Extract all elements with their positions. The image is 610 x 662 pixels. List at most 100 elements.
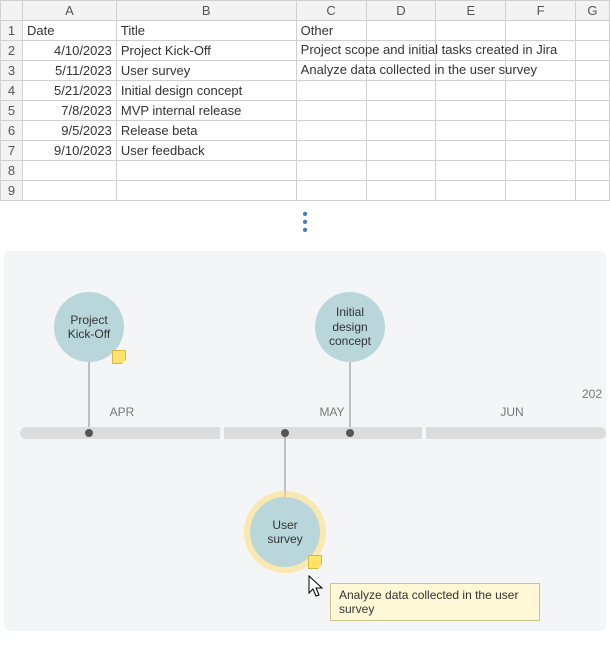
cell-E9[interactable]: [436, 181, 506, 201]
row-header-4[interactable]: 4: [1, 81, 23, 101]
cell-G8[interactable]: [575, 161, 609, 181]
cell-C7[interactable]: [296, 141, 366, 161]
col-header-G[interactable]: G: [575, 1, 609, 21]
cell-D3[interactable]: [366, 61, 436, 81]
cursor-icon: [308, 575, 326, 599]
spreadsheet[interactable]: A B C D E F G 1 Date Title Other 2 4/10/…: [0, 0, 610, 201]
timeline-axis: [20, 427, 606, 439]
cell-F2[interactable]: [506, 41, 576, 61]
col-header-A[interactable]: A: [22, 1, 116, 21]
cell-D7[interactable]: [366, 141, 436, 161]
cell-G6[interactable]: [575, 121, 609, 141]
row-header-5[interactable]: 5: [1, 101, 23, 121]
event-connector: [285, 437, 286, 502]
cell-E6[interactable]: [436, 121, 506, 141]
cell-D5[interactable]: [366, 101, 436, 121]
cell-B2[interactable]: Project Kick-Off: [116, 41, 296, 61]
cell-D4[interactable]: [366, 81, 436, 101]
row-header-9[interactable]: 9: [1, 181, 23, 201]
cell-C5[interactable]: [296, 101, 366, 121]
row-header-2[interactable]: 2: [1, 41, 23, 61]
cell-F3[interactable]: [506, 61, 576, 81]
cell-A4[interactable]: 5/21/2023: [22, 81, 116, 101]
col-header-B[interactable]: B: [116, 1, 296, 21]
cell-C1[interactable]: Other: [296, 21, 366, 41]
cell-C3[interactable]: Analyze data collected in the user surve…: [296, 61, 366, 81]
cell-A5[interactable]: 7/8/2023: [22, 101, 116, 121]
cell-E2[interactable]: [436, 41, 506, 61]
cell-G7[interactable]: [575, 141, 609, 161]
select-all-corner[interactable]: [1, 1, 23, 21]
cell-A9[interactable]: [22, 181, 116, 201]
cell-B1[interactable]: Title: [116, 21, 296, 41]
cell-D8[interactable]: [366, 161, 436, 181]
timeline-chart[interactable]: 202 APR MAY JUN Project Kick-Off Initial…: [4, 251, 606, 631]
table-row: 8: [1, 161, 610, 181]
cell-G1[interactable]: [575, 21, 609, 41]
cell-G4[interactable]: [575, 81, 609, 101]
cell-C2[interactable]: Project scope and initial tasks created …: [296, 41, 366, 61]
cell-B8[interactable]: [116, 161, 296, 181]
timeline-year-label: 202: [582, 387, 602, 401]
cell-E4[interactable]: [436, 81, 506, 101]
cell-B9[interactable]: [116, 181, 296, 201]
cell-F7[interactable]: [506, 141, 576, 161]
cell-F1[interactable]: [506, 21, 576, 41]
event-bubble-initial-design[interactable]: Initial design concept: [315, 292, 385, 362]
table-row: 2 4/10/2023 Project Kick-Off Project sco…: [1, 41, 610, 61]
cell-G3[interactable]: [575, 61, 609, 81]
event-connector: [89, 357, 90, 427]
cell-D2[interactable]: [366, 41, 436, 61]
cell-A1[interactable]: Date: [22, 21, 116, 41]
cell-B7[interactable]: User feedback: [116, 141, 296, 161]
cell-D1[interactable]: [366, 21, 436, 41]
cell-E7[interactable]: [436, 141, 506, 161]
note-icon[interactable]: [308, 555, 322, 569]
event-label: Initial design concept: [319, 305, 381, 348]
cell-B4[interactable]: Initial design concept: [116, 81, 296, 101]
cell-A2[interactable]: 4/10/2023: [22, 41, 116, 61]
note-icon[interactable]: [112, 350, 126, 364]
cell-B5[interactable]: MVP internal release: [116, 101, 296, 121]
cell-G5[interactable]: [575, 101, 609, 121]
cell-A7[interactable]: 9/10/2023: [22, 141, 116, 161]
event-bubble-user-survey[interactable]: User survey: [250, 497, 320, 567]
row-header-8[interactable]: 8: [1, 161, 23, 181]
cell-C8[interactable]: [296, 161, 366, 181]
month-label-apr: APR: [110, 405, 135, 419]
row-header-3[interactable]: 3: [1, 61, 23, 81]
cell-F4[interactable]: [506, 81, 576, 101]
row-header-6[interactable]: 6: [1, 121, 23, 141]
cell-G9[interactable]: [575, 181, 609, 201]
col-header-D[interactable]: D: [366, 1, 436, 21]
cell-B3[interactable]: User survey: [116, 61, 296, 81]
cell-A3[interactable]: 5/11/2023: [22, 61, 116, 81]
cell-G2[interactable]: [575, 41, 609, 61]
header-data-row: 1 Date Title Other: [1, 21, 610, 41]
cell-C4[interactable]: [296, 81, 366, 101]
cell-F6[interactable]: [506, 121, 576, 141]
cell-E5[interactable]: [436, 101, 506, 121]
cell-A6[interactable]: 9/5/2023: [22, 121, 116, 141]
cell-F8[interactable]: [506, 161, 576, 181]
cell-F5[interactable]: [506, 101, 576, 121]
cell-D9[interactable]: [366, 181, 436, 201]
cell-A8[interactable]: [22, 161, 116, 181]
cell-E1[interactable]: [436, 21, 506, 41]
month-tick: [422, 425, 426, 441]
cell-F9[interactable]: [506, 181, 576, 201]
cell-B6[interactable]: Release beta: [116, 121, 296, 141]
event-bubble-project-kickoff[interactable]: Project Kick-Off: [54, 292, 124, 362]
tooltip-text: Analyze data collected in the user surve…: [339, 588, 518, 616]
cell-C9[interactable]: [296, 181, 366, 201]
row-header-1[interactable]: 1: [1, 21, 23, 41]
col-header-E[interactable]: E: [436, 1, 506, 21]
cell-E8[interactable]: [436, 161, 506, 181]
col-header-F[interactable]: F: [506, 1, 576, 21]
col-header-C[interactable]: C: [296, 1, 366, 21]
cell-D6[interactable]: [366, 121, 436, 141]
cell-C6[interactable]: [296, 121, 366, 141]
cell-E3[interactable]: [436, 61, 506, 81]
row-header-7[interactable]: 7: [1, 141, 23, 161]
table-row: 3 5/11/2023 User survey Analyze data col…: [1, 61, 610, 81]
